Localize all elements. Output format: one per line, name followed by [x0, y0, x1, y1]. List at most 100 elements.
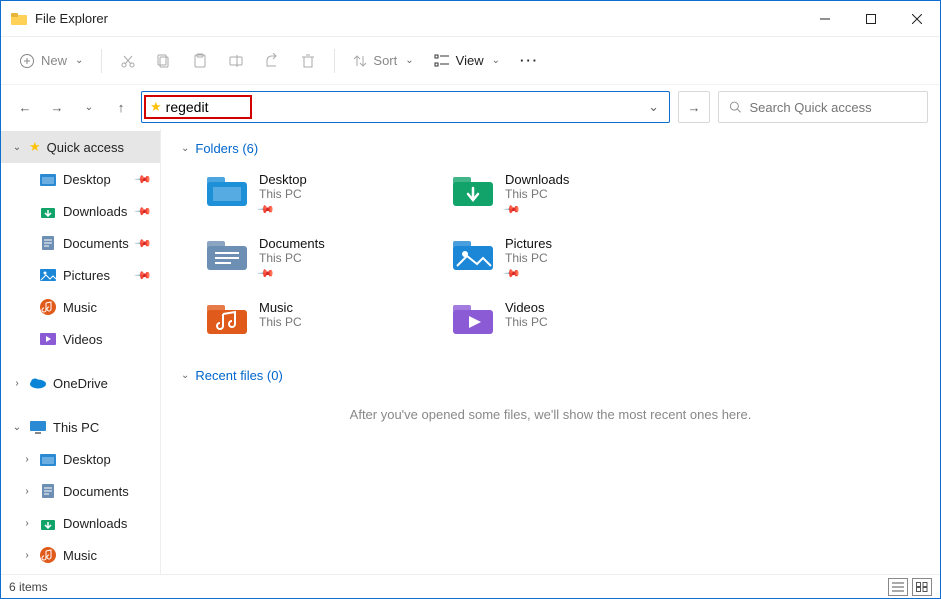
- pin-icon: 📌: [256, 264, 275, 283]
- sidebar-item[interactable]: ›Documents: [1, 475, 160, 507]
- thumbnails-view-button[interactable]: [912, 578, 932, 596]
- sidebar-item[interactable]: Music: [1, 291, 160, 323]
- forward-button[interactable]: →: [45, 95, 69, 119]
- search-icon: [729, 100, 741, 114]
- clipboard-icon: [192, 53, 208, 69]
- sidebar-item[interactable]: ›Desktop: [1, 443, 160, 475]
- maximize-button[interactable]: [848, 1, 894, 37]
- status-item-count: 6 items: [9, 580, 48, 594]
- folder-name: Downloads: [505, 172, 569, 187]
- sidebar-item[interactable]: Videos: [1, 323, 160, 355]
- more-button[interactable]: ···: [512, 47, 547, 74]
- sidebar-item-label: Music: [63, 300, 160, 315]
- nav-row: ← → ⌄ ↑ ★ ⌄ →: [1, 85, 940, 129]
- folder-name: Pictures: [505, 236, 552, 251]
- minimize-button[interactable]: [802, 1, 848, 37]
- folders-header-label: Folders (6): [195, 141, 258, 156]
- close-button[interactable]: [894, 1, 940, 37]
- folder-item[interactable]: PicturesThis PC📌: [445, 230, 675, 286]
- cut-button[interactable]: [112, 47, 144, 75]
- view-label: View: [456, 53, 484, 68]
- sidebar-label: Quick access: [47, 140, 160, 155]
- sort-icon: [353, 54, 367, 68]
- toolbar: New⌄ Sort⌄ View ⌄ ···: [1, 37, 940, 85]
- sidebar-quick-access[interactable]: ⌄ ★ Quick access: [1, 131, 160, 163]
- folder-location: This PC: [505, 315, 548, 329]
- folder-item[interactable]: DesktopThis PC📌: [199, 166, 429, 222]
- folder-location: This PC: [259, 187, 307, 201]
- search-input[interactable]: [749, 100, 917, 115]
- chevron-down-icon: ⌄: [75, 55, 83, 66]
- address-dropdown-button[interactable]: ⌄: [638, 99, 669, 115]
- back-button[interactable]: ←: [13, 95, 37, 119]
- sidebar-item[interactable]: Pictures 📌: [1, 259, 160, 291]
- search-box[interactable]: [718, 91, 928, 123]
- folder-icon: [39, 298, 57, 316]
- sidebar-item[interactable]: › Downloads: [1, 507, 160, 539]
- chevron-down-icon: ⌄: [11, 422, 23, 433]
- folder-icon: [39, 450, 57, 468]
- pin-icon: 📌: [134, 266, 153, 285]
- rename-icon: [228, 53, 244, 69]
- sidebar-item-label: Documents: [63, 236, 130, 251]
- up-button[interactable]: ↑: [109, 95, 133, 119]
- folder-item[interactable]: VideosThis PC: [445, 294, 675, 344]
- folder-name: Videos: [505, 300, 548, 315]
- app-folder-icon: [11, 11, 27, 27]
- view-button[interactable]: View ⌄: [426, 47, 508, 74]
- folder-item[interactable]: DownloadsThis PC📌: [445, 166, 675, 222]
- sidebar-item-label: Downloads: [63, 204, 130, 219]
- new-button[interactable]: New⌄: [11, 47, 91, 75]
- sidebar-item-label: Downloads: [63, 516, 160, 531]
- sidebar-onedrive[interactable]: › OneDrive: [1, 367, 160, 399]
- sidebar-item[interactable]: Downloads📌: [1, 195, 160, 227]
- recent-section-header[interactable]: ⌄ Recent files (0): [181, 368, 920, 383]
- address-bar[interactable]: ★ ⌄: [141, 91, 670, 123]
- pin-icon: 📌: [134, 234, 153, 253]
- folder-icon: [39, 514, 57, 532]
- chevron-right-icon: ›: [21, 518, 33, 529]
- window-title: File Explorer: [35, 11, 108, 26]
- recent-locations-button[interactable]: ⌄: [77, 95, 101, 119]
- sidebar-item-label: Pictures: [63, 268, 130, 283]
- go-button[interactable]: →: [678, 91, 710, 123]
- content-pane: ⌄ Folders (6) DesktopThis PC📌DownloadsTh…: [161, 129, 940, 574]
- sidebar-item-label: Desktop: [63, 172, 130, 187]
- folder-location: This PC: [505, 187, 569, 201]
- folder-item[interactable]: DocumentsThis PC📌: [199, 230, 429, 286]
- folder-icon: [39, 170, 57, 188]
- sidebar-label: This PC: [53, 420, 160, 435]
- folder-icon: [205, 172, 249, 210]
- recent-empty-message: After you've opened some files, we'll sh…: [181, 407, 920, 422]
- delete-button[interactable]: [292, 47, 324, 75]
- copy-button[interactable]: [148, 47, 180, 75]
- rename-button[interactable]: [220, 47, 252, 75]
- folder-icon: [39, 546, 57, 564]
- address-input[interactable]: [166, 99, 246, 115]
- sidebar-item[interactable]: Desktop📌: [1, 163, 160, 195]
- folder-item[interactable]: MusicThis PC: [199, 294, 429, 344]
- folder-location: This PC: [259, 251, 325, 265]
- folder-icon: [39, 330, 57, 348]
- sidebar-item[interactable]: ›Music: [1, 539, 160, 571]
- folders-grid: DesktopThis PC📌DownloadsThis PC📌Document…: [199, 166, 920, 344]
- folder-icon: [39, 234, 57, 252]
- pin-icon: 📌: [256, 200, 275, 219]
- monitor-icon: [29, 418, 47, 436]
- pin-icon: 📌: [502, 200, 521, 219]
- sidebar-item[interactable]: Documents 📌: [1, 227, 160, 259]
- folder-icon: [205, 236, 249, 274]
- ellipsis-icon: ···: [520, 53, 539, 68]
- separator: [101, 49, 102, 73]
- sidebar-item-label: Music: [63, 548, 160, 563]
- sidebar-this-pc[interactable]: ⌄ This PC: [1, 411, 160, 443]
- folders-section-header[interactable]: ⌄ Folders (6): [181, 141, 920, 156]
- sort-button[interactable]: Sort⌄: [345, 47, 421, 74]
- chevron-down-icon: ⌄: [492, 55, 500, 66]
- plus-circle-icon: [19, 53, 35, 69]
- details-view-button[interactable]: [888, 578, 908, 596]
- paste-button[interactable]: [184, 47, 216, 75]
- share-button[interactable]: [256, 47, 288, 75]
- share-icon: [264, 53, 280, 69]
- chevron-down-icon: ⌄: [181, 370, 189, 381]
